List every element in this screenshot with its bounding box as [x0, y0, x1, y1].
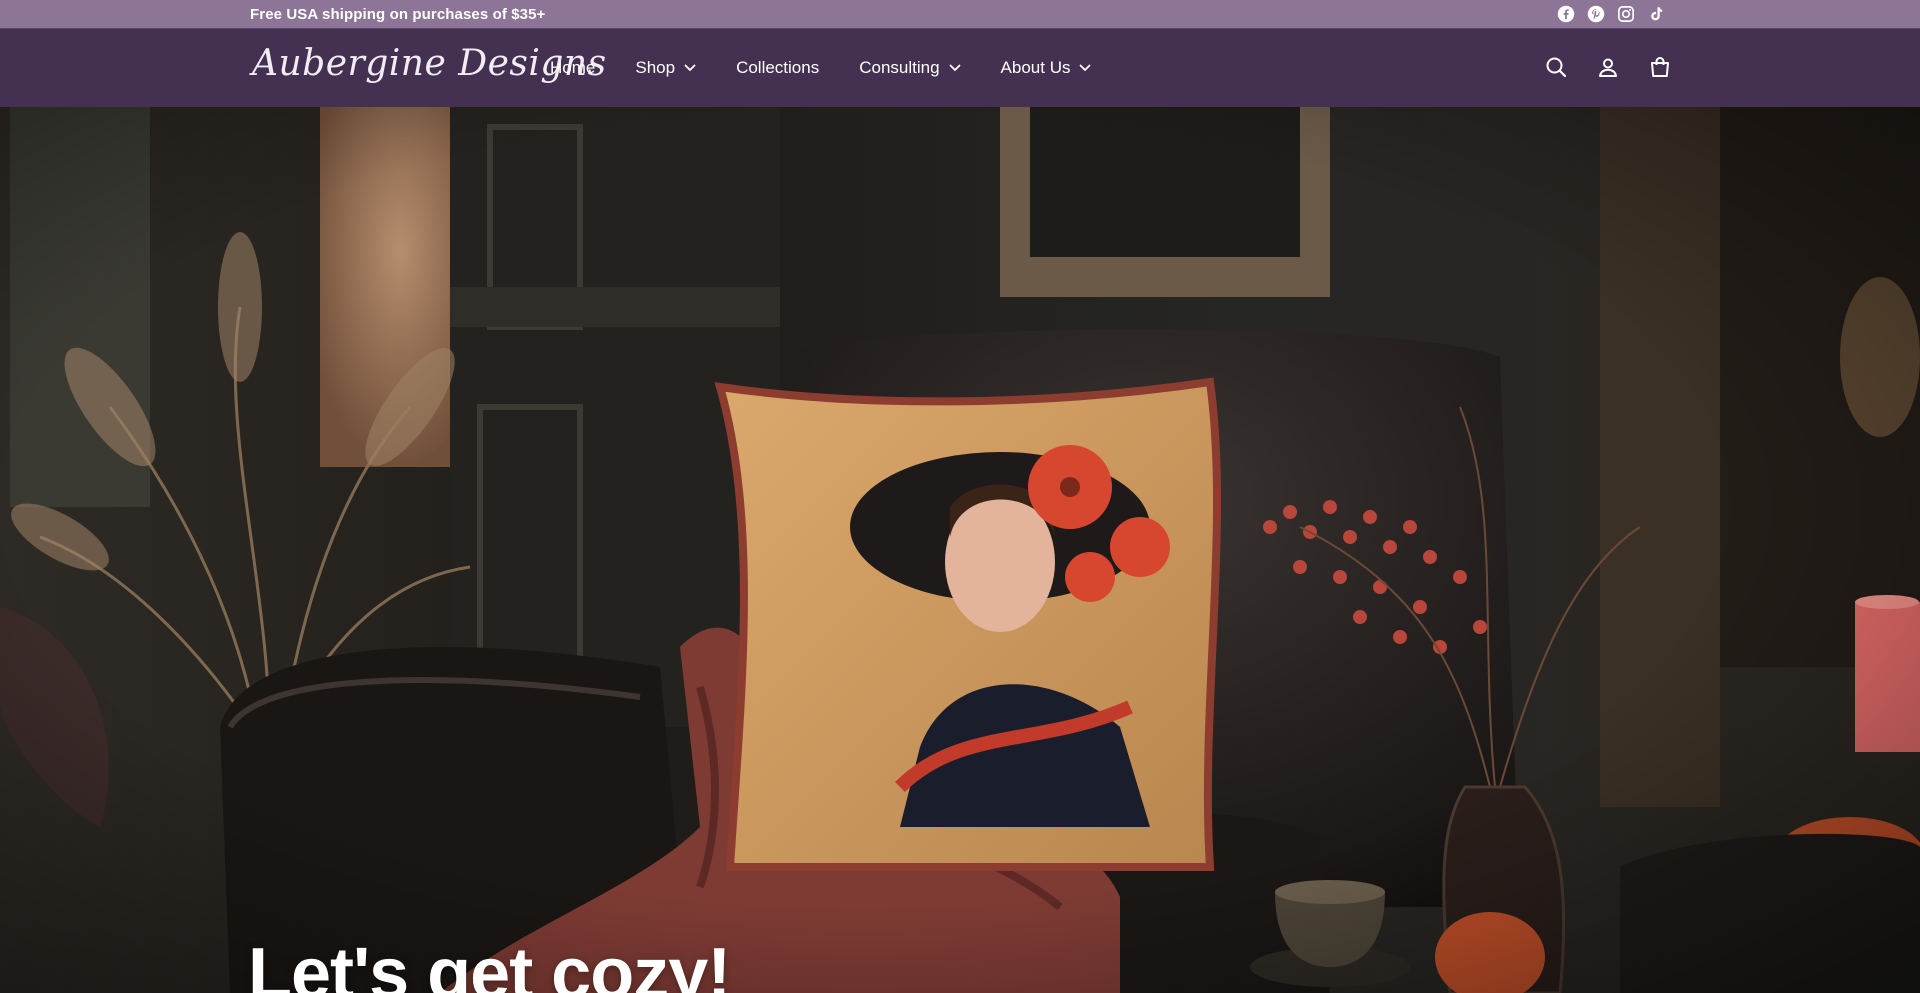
chevron-down-icon — [684, 64, 696, 72]
nav-home-label: Home — [550, 58, 596, 77]
nav-about-us-label: About Us — [1000, 58, 1071, 77]
search-icon[interactable] — [1544, 55, 1568, 79]
hero-image — [0, 107, 1920, 993]
main-nav: Home Shop Collections Consulting About U… — [550, 58, 1131, 78]
nav-consulting[interactable]: Consulting — [859, 58, 960, 78]
account-icon[interactable] — [1596, 55, 1620, 79]
instagram-icon[interactable] — [1617, 5, 1635, 23]
nav-home[interactable]: Home — [550, 58, 595, 78]
facebook-icon[interactable] — [1557, 5, 1575, 23]
site-header: Aubergine Designs Home Shop Collections … — [0, 28, 1920, 107]
tiktok-icon[interactable] — [1647, 5, 1665, 23]
hero-banner: Let's get cozy! — [0, 107, 1920, 993]
nav-about-us[interactable]: About Us — [1001, 58, 1092, 78]
nav-shop[interactable]: Shop — [635, 58, 696, 78]
social-links — [1557, 5, 1665, 23]
hero-title: Let's get cozy! — [248, 934, 731, 993]
nav-shop-label: Shop — [635, 58, 676, 77]
announcement-text: Free USA shipping on purchases of $35+ — [250, 6, 546, 23]
header-icons — [1544, 55, 1672, 79]
nav-collections[interactable]: Collections — [736, 58, 819, 78]
announcement-bar: Free USA shipping on purchases of $35+ — [0, 0, 1920, 28]
pinterest-icon[interactable] — [1587, 5, 1605, 23]
chevron-down-icon — [1080, 64, 1091, 72]
nav-collections-label: Collections — [736, 58, 820, 77]
cart-icon[interactable] — [1648, 55, 1672, 79]
nav-consulting-label: Consulting — [859, 58, 940, 77]
chevron-down-icon — [949, 64, 960, 72]
